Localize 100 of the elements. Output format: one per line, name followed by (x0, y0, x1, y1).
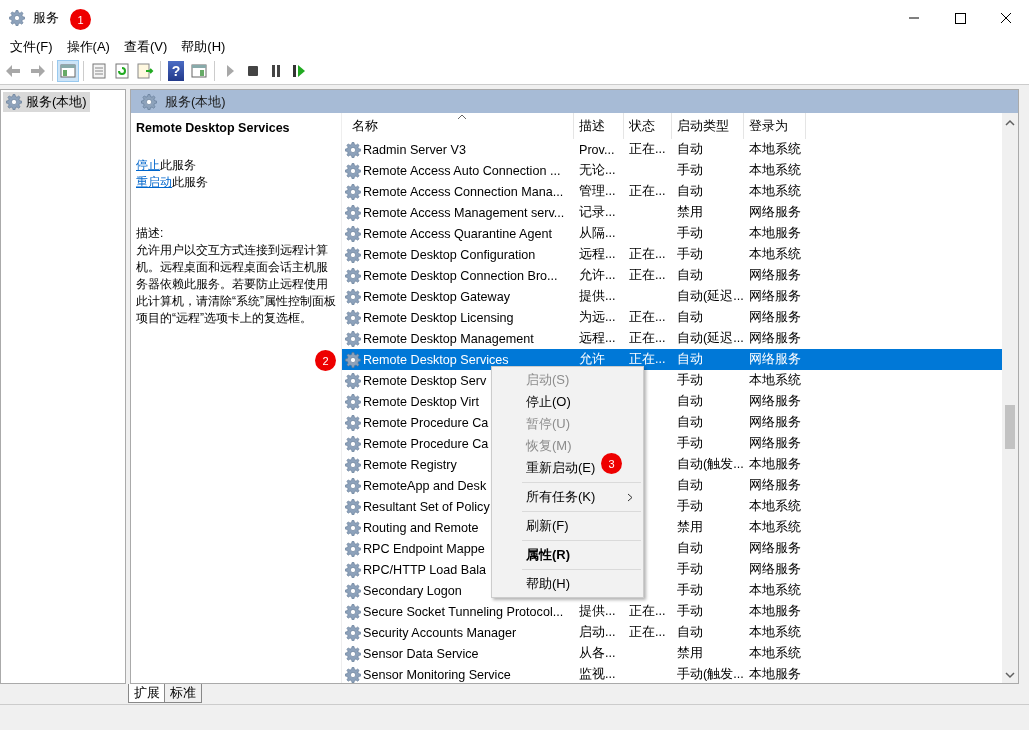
gear-icon (345, 225, 361, 242)
column-header[interactable]: 登录为 (744, 113, 806, 139)
menu-item[interactable]: 操作(A) (59, 37, 117, 56)
menu-item[interactable]: 查看(V) (116, 37, 175, 56)
gear-icon (345, 582, 361, 599)
startup-type-cell: 手动 (677, 372, 703, 389)
service-name[interactable]: RemoteApp and Desk (363, 478, 487, 493)
app-gear-icon (9, 9, 25, 26)
menu-item[interactable]: 帮助(H) (174, 37, 233, 56)
service-name[interactable]: Remote Procedure Ca (363, 415, 489, 430)
service-name[interactable]: Remote Registry (363, 457, 457, 472)
menu-item[interactable]: 停止(O) (492, 391, 575, 413)
service-name[interactable]: Remote Access Management serv... (363, 205, 565, 220)
gear-icon (345, 603, 361, 620)
service-name[interactable]: Remote Desktop Serv (363, 373, 487, 388)
service-name[interactable]: Sensor Monitoring Service (363, 667, 511, 682)
export-button[interactable] (134, 60, 156, 82)
service-name[interactable]: RPC/HTTP Load Bala (363, 562, 486, 577)
scrollbar-thumb[interactable] (1005, 405, 1015, 449)
gear-icon (345, 393, 361, 410)
service-name[interactable]: Remote Desktop Configuration (363, 247, 536, 262)
scroll-up-icon[interactable] (1005, 119, 1015, 127)
service-name[interactable]: Routing and Remote (363, 520, 479, 535)
description-cell: 启动... (579, 624, 616, 641)
description-cell: 管理... (579, 183, 616, 200)
startup-type-cell: 自动(延迟... (677, 330, 744, 347)
startup-type-cell: 手动(触发... (677, 666, 744, 683)
menu-item[interactable]: 帮助(H) (492, 573, 575, 595)
gear-icon (345, 519, 361, 536)
description-cell: 从各... (579, 645, 616, 662)
column-header[interactable]: 名称 (342, 113, 574, 139)
service-name[interactable]: Secure Socket Tunneling Protocol... (363, 604, 564, 619)
service-name[interactable]: Remote Desktop Virt (363, 394, 479, 409)
service-title: Remote Desktop Services (136, 120, 291, 137)
panel-icon (189, 61, 209, 81)
column-header[interactable]: 描述 (574, 113, 624, 139)
menu-item[interactable]: 刷新(F) (492, 515, 573, 537)
service-name[interactable]: Sensor Data Service (363, 646, 479, 661)
logon-cell: 网络服务 (749, 393, 801, 410)
tree-item[interactable]: 服务(本地) (3, 92, 90, 112)
gear-icon (345, 267, 361, 284)
gear-icon (345, 456, 361, 473)
service-name[interactable]: Remote Access Connection Mana... (363, 184, 564, 199)
service-name[interactable]: Remote Access Quarantine Agent (363, 226, 553, 241)
logon-cell: 本地系统 (749, 183, 801, 200)
startup-type-cell: 自动 (677, 540, 703, 557)
startup-type-cell: 自动 (677, 351, 703, 368)
service-name[interactable]: Remote Desktop Gateway (363, 289, 510, 304)
startup-type-cell: 自动(延迟... (677, 288, 744, 305)
service-name[interactable]: Remote Desktop Management (363, 331, 534, 346)
menu-item[interactable]: 文件(F) (3, 37, 60, 56)
view-tab[interactable]: 标准 (164, 684, 202, 703)
scroll-down-icon[interactable] (1005, 671, 1015, 679)
logon-cell: 本地系统 (749, 498, 801, 515)
startup-type-cell: 手动 (677, 603, 703, 620)
properties-icon (89, 61, 109, 81)
startup-type-cell: 禁用 (677, 519, 703, 536)
action-text: 停止此服务 (136, 157, 197, 174)
gear-icon (345, 561, 361, 578)
column-header[interactable]: 状态 (624, 113, 672, 139)
gear-icon (345, 372, 361, 389)
description-cell: 远程... (579, 246, 616, 263)
tree-pane-button[interactable] (57, 60, 79, 82)
column-header[interactable]: 启动类型 (672, 113, 744, 139)
logon-cell: 本地系统 (749, 246, 801, 263)
description-cell: 记录... (579, 204, 616, 221)
gear-icon (345, 330, 361, 347)
scrollbar[interactable] (1002, 113, 1018, 683)
gear-icon (345, 204, 361, 221)
description-cell: 提供... (579, 603, 616, 620)
service-name[interactable]: Remote Access Auto Connection ... (363, 163, 561, 178)
gear-icon (345, 141, 361, 158)
help-button[interactable]: ? (168, 61, 184, 81)
service-name[interactable]: RPC Endpoint Mappe (363, 541, 485, 556)
service-name[interactable]: Remote Desktop Licensing (363, 310, 514, 325)
status-cell: 正在... (629, 183, 666, 200)
gear-icon (345, 351, 361, 368)
view-tab[interactable]: 扩展 (128, 684, 166, 703)
window-title: 服务 (33, 8, 59, 27)
service-name[interactable]: Secondary Logon (363, 583, 462, 598)
gear-icon (345, 288, 361, 305)
service-name[interactable]: Remote Procedure Ca (363, 436, 489, 451)
menu-item[interactable]: 重新启动(E) (492, 457, 600, 479)
description-cell: 允许 (579, 351, 605, 368)
menu-item[interactable]: 属性(R) (492, 544, 575, 566)
service-name[interactable]: Remote Desktop Connection Bro... (363, 268, 558, 283)
service-name[interactable]: Remote Desktop Services (363, 352, 509, 367)
description-text: 允许用户以交互方式连接到远程计算机。远程桌面和远程桌面会话主机服务器依赖此服务。若要防止远程使用此计算机，请清除“系统”属性控制面板项目的“远程”选项卡上的复选框。 (136, 243, 336, 325)
service-name[interactable]: Radmin Server V3 (363, 142, 466, 157)
service-name[interactable]: Resultant Set of Policy (363, 499, 490, 514)
service-name[interactable]: Security Accounts Manager (363, 625, 517, 640)
gear-icon (345, 183, 361, 200)
description-cell: 远程... (579, 330, 616, 347)
action-link[interactable]: 停止 (136, 158, 160, 172)
menu-item[interactable]: 所有任务(K) (492, 486, 643, 508)
row-highlight[interactable]: Remote Desktop Services 允许 正在... 自动 网络服务 (342, 349, 1002, 370)
action-link[interactable]: 重启动 (136, 175, 172, 189)
description-cell: 为远... (579, 309, 616, 326)
logon-cell: 网络服务 (749, 267, 801, 284)
startup-type-cell: 手动 (677, 582, 703, 599)
